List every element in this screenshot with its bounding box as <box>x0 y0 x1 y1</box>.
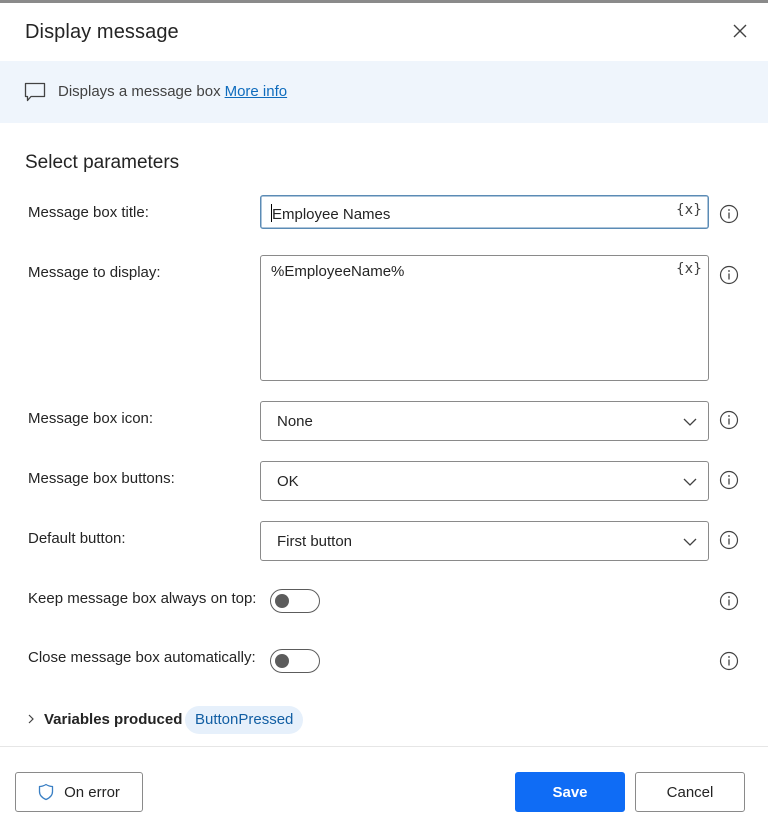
message-box-buttons-selected: OK <box>277 473 299 490</box>
info-icon[interactable] <box>719 204 739 224</box>
info-icon[interactable] <box>719 410 739 430</box>
close-automatically-label: Close message box automatically: <box>28 649 256 666</box>
default-button-label: Default button: <box>28 530 126 547</box>
info-icon[interactable] <box>719 530 739 550</box>
chevron-down-icon <box>683 478 697 486</box>
info-icon[interactable] <box>719 651 739 671</box>
chevron-right-icon[interactable] <box>25 713 37 725</box>
info-icon[interactable] <box>719 470 739 490</box>
message-box-icon-selected: None <box>277 413 313 430</box>
message-box-title-label: Message box title: <box>28 204 149 221</box>
footer-divider <box>0 746 768 747</box>
save-button[interactable]: Save <box>515 772 625 812</box>
banner-description: Displays a message box More info <box>58 83 287 100</box>
section-title: Select parameters <box>25 152 180 173</box>
message-box-icon-dropdown[interactable]: None <box>260 401 709 441</box>
insert-variable-button[interactable]: {x} <box>676 202 702 218</box>
info-icon[interactable] <box>719 265 739 285</box>
close-automatically-toggle[interactable] <box>270 649 320 673</box>
info-icon[interactable] <box>719 591 739 611</box>
close-button[interactable] <box>728 19 752 43</box>
dialog-header: Display message <box>0 3 768 61</box>
insert-variable-button[interactable]: {x} <box>676 261 702 277</box>
message-box-icon-label: Message box icon: <box>28 410 154 427</box>
description-banner: Displays a message box More info <box>0 61 768 123</box>
default-button-dropdown[interactable]: First button <box>260 521 709 561</box>
variable-chip[interactable]: ButtonPressed <box>185 706 304 734</box>
message-box-title-value: Employee Names <box>272 206 391 223</box>
variables-produced-toggle[interactable]: Variables produced <box>44 711 182 728</box>
banner-text: Displays a message box <box>58 83 221 100</box>
toggle-knob <box>275 593 289 608</box>
on-error-button[interactable]: On error <box>15 772 143 812</box>
default-button-selected: First button <box>277 533 353 550</box>
message-box-title-input[interactable]: Employee Names {x} <box>260 195 709 229</box>
message-icon <box>24 82 46 102</box>
keep-on-top-label: Keep message box always on top: <box>28 590 257 607</box>
message-to-display-value: %EmployeeName% <box>271 263 405 280</box>
message-box-buttons-dropdown[interactable]: OK <box>260 461 709 501</box>
message-to-display-label: Message to display: <box>28 264 161 281</box>
on-error-label: On error <box>64 783 120 801</box>
message-to-display-input[interactable]: %EmployeeName% {x} <box>260 255 709 381</box>
close-icon <box>733 24 747 38</box>
dialog-title: Display message <box>25 21 179 43</box>
toggle-knob <box>275 653 289 668</box>
cancel-button[interactable]: Cancel <box>635 772 745 812</box>
message-box-buttons-label: Message box buttons: <box>28 470 175 487</box>
keep-on-top-toggle[interactable] <box>270 589 320 613</box>
shield-icon <box>38 783 54 801</box>
chevron-down-icon <box>683 418 697 426</box>
display-message-dialog: Display message Displays a message box Mo… <box>0 3 768 835</box>
chevron-down-icon <box>683 538 697 546</box>
more-info-link[interactable]: More info <box>225 83 288 100</box>
